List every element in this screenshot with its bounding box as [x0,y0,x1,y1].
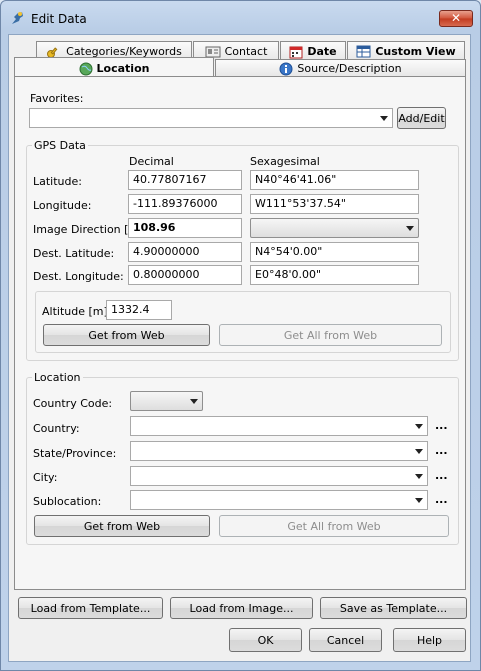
country-code-combo[interactable] [130,391,203,411]
sublocation-more-button[interactable]: ... [435,493,448,506]
calendar-icon [289,46,303,58]
gps-get-from-web-button[interactable]: Get from Web [43,324,210,346]
tab-label: Location [96,62,150,75]
ok-button[interactable]: OK [229,628,302,652]
chevron-down-icon [415,449,423,454]
state-province-more-button[interactable]: ... [435,444,448,457]
add-edit-favorites-button[interactable]: Add/Edit [397,107,446,129]
globe-icon [79,62,93,75]
close-icon: ✕ [450,11,462,25]
chevron-down-icon [190,399,198,404]
info-icon [279,62,293,75]
load-from-template-button[interactable]: Load from Template... [18,597,163,619]
latitude-label: Latitude: [33,175,82,188]
cancel-button[interactable]: Cancel [309,628,382,652]
favorites-label: Favorites: [30,92,84,105]
dest-latitude-decimal-input[interactable]: 4.90000000 [128,242,242,262]
chevron-down-icon [380,116,388,121]
country-more-button[interactable]: ... [435,419,448,432]
load-from-image-button[interactable]: Load from Image... [170,597,313,619]
contact-card-icon [205,46,221,57]
latitude-sexagesimal-input[interactable]: N40°46'41.06" [250,170,419,190]
dest-longitude-decimal-input[interactable]: 0.80000000 [128,265,242,285]
longitude-decimal-input[interactable]: -111.89376000 [128,194,242,214]
save-as-template-button[interactable]: Save as Template... [320,597,467,619]
gps-data-title: GPS Data [32,139,88,152]
help-button[interactable]: Help [393,628,466,652]
chevron-down-icon [415,498,423,503]
decimal-column-header: Decimal [129,155,174,168]
city-combo[interactable] [130,466,428,486]
country-label: Country: [33,422,80,435]
dest-latitude-label: Dest. Latitude: [33,247,115,260]
tab-custom-view[interactable]: Custom View [347,41,465,61]
window-title: Edit Data [31,12,87,26]
app-icon [12,12,23,24]
tab-date[interactable]: Date [280,41,346,61]
city-label: City: [33,471,58,484]
country-code-label: Country Code: [33,397,113,410]
tab-label: Source/Description [297,62,402,75]
location-group-title: Location [32,371,83,384]
tab-label: Custom View [375,45,456,58]
dest-longitude-label: Dest. Longitude: [33,270,124,283]
custom-view-icon [356,45,371,58]
tab-label: Date [307,45,337,58]
sublocation-combo[interactable] [130,490,428,510]
dest-longitude-sexagesimal-input[interactable]: E0°48'0.00" [250,265,419,285]
longitude-label: Longitude: [33,199,92,212]
altitude-input[interactable]: 1332.4 [106,300,172,320]
dest-latitude-sexagesimal-input[interactable]: N4°54'0.00" [250,242,419,262]
country-combo[interactable] [130,416,428,436]
state-province-combo[interactable] [130,441,428,461]
tab-source-description[interactable]: Source/Description [215,59,466,77]
image-direction-reference-combo[interactable] [250,218,419,238]
state-province-label: State/Province: [33,447,117,460]
location-get-from-web-button[interactable]: Get from Web [34,515,210,537]
city-more-button[interactable]: ... [435,469,448,482]
latitude-decimal-input[interactable]: 40.77807167 [128,170,242,190]
longitude-sexagesimal-input[interactable]: W111°53'37.54" [250,194,419,214]
image-direction-label: Image Direction [°]: [33,223,142,236]
sexagesimal-column-header: Sexagesimal [250,155,320,168]
location-get-all-from-web-button[interactable]: Get All from Web [219,515,449,537]
image-direction-input[interactable]: 108.96 [128,218,242,238]
chevron-down-icon [415,474,423,479]
close-button[interactable]: ✕ [439,10,473,27]
title-bar[interactable]: Edit Data ✕ [1,1,480,35]
gps-get-all-from-web-button[interactable]: Get All from Web [219,324,442,346]
tab-label: Contact [224,45,268,58]
chevron-down-icon [406,226,414,231]
altitude-label: Altitude [m]: [42,305,112,318]
chevron-down-icon [415,424,423,429]
sublocation-label: Sublocation: [33,495,102,508]
favorites-combo[interactable] [29,108,393,128]
